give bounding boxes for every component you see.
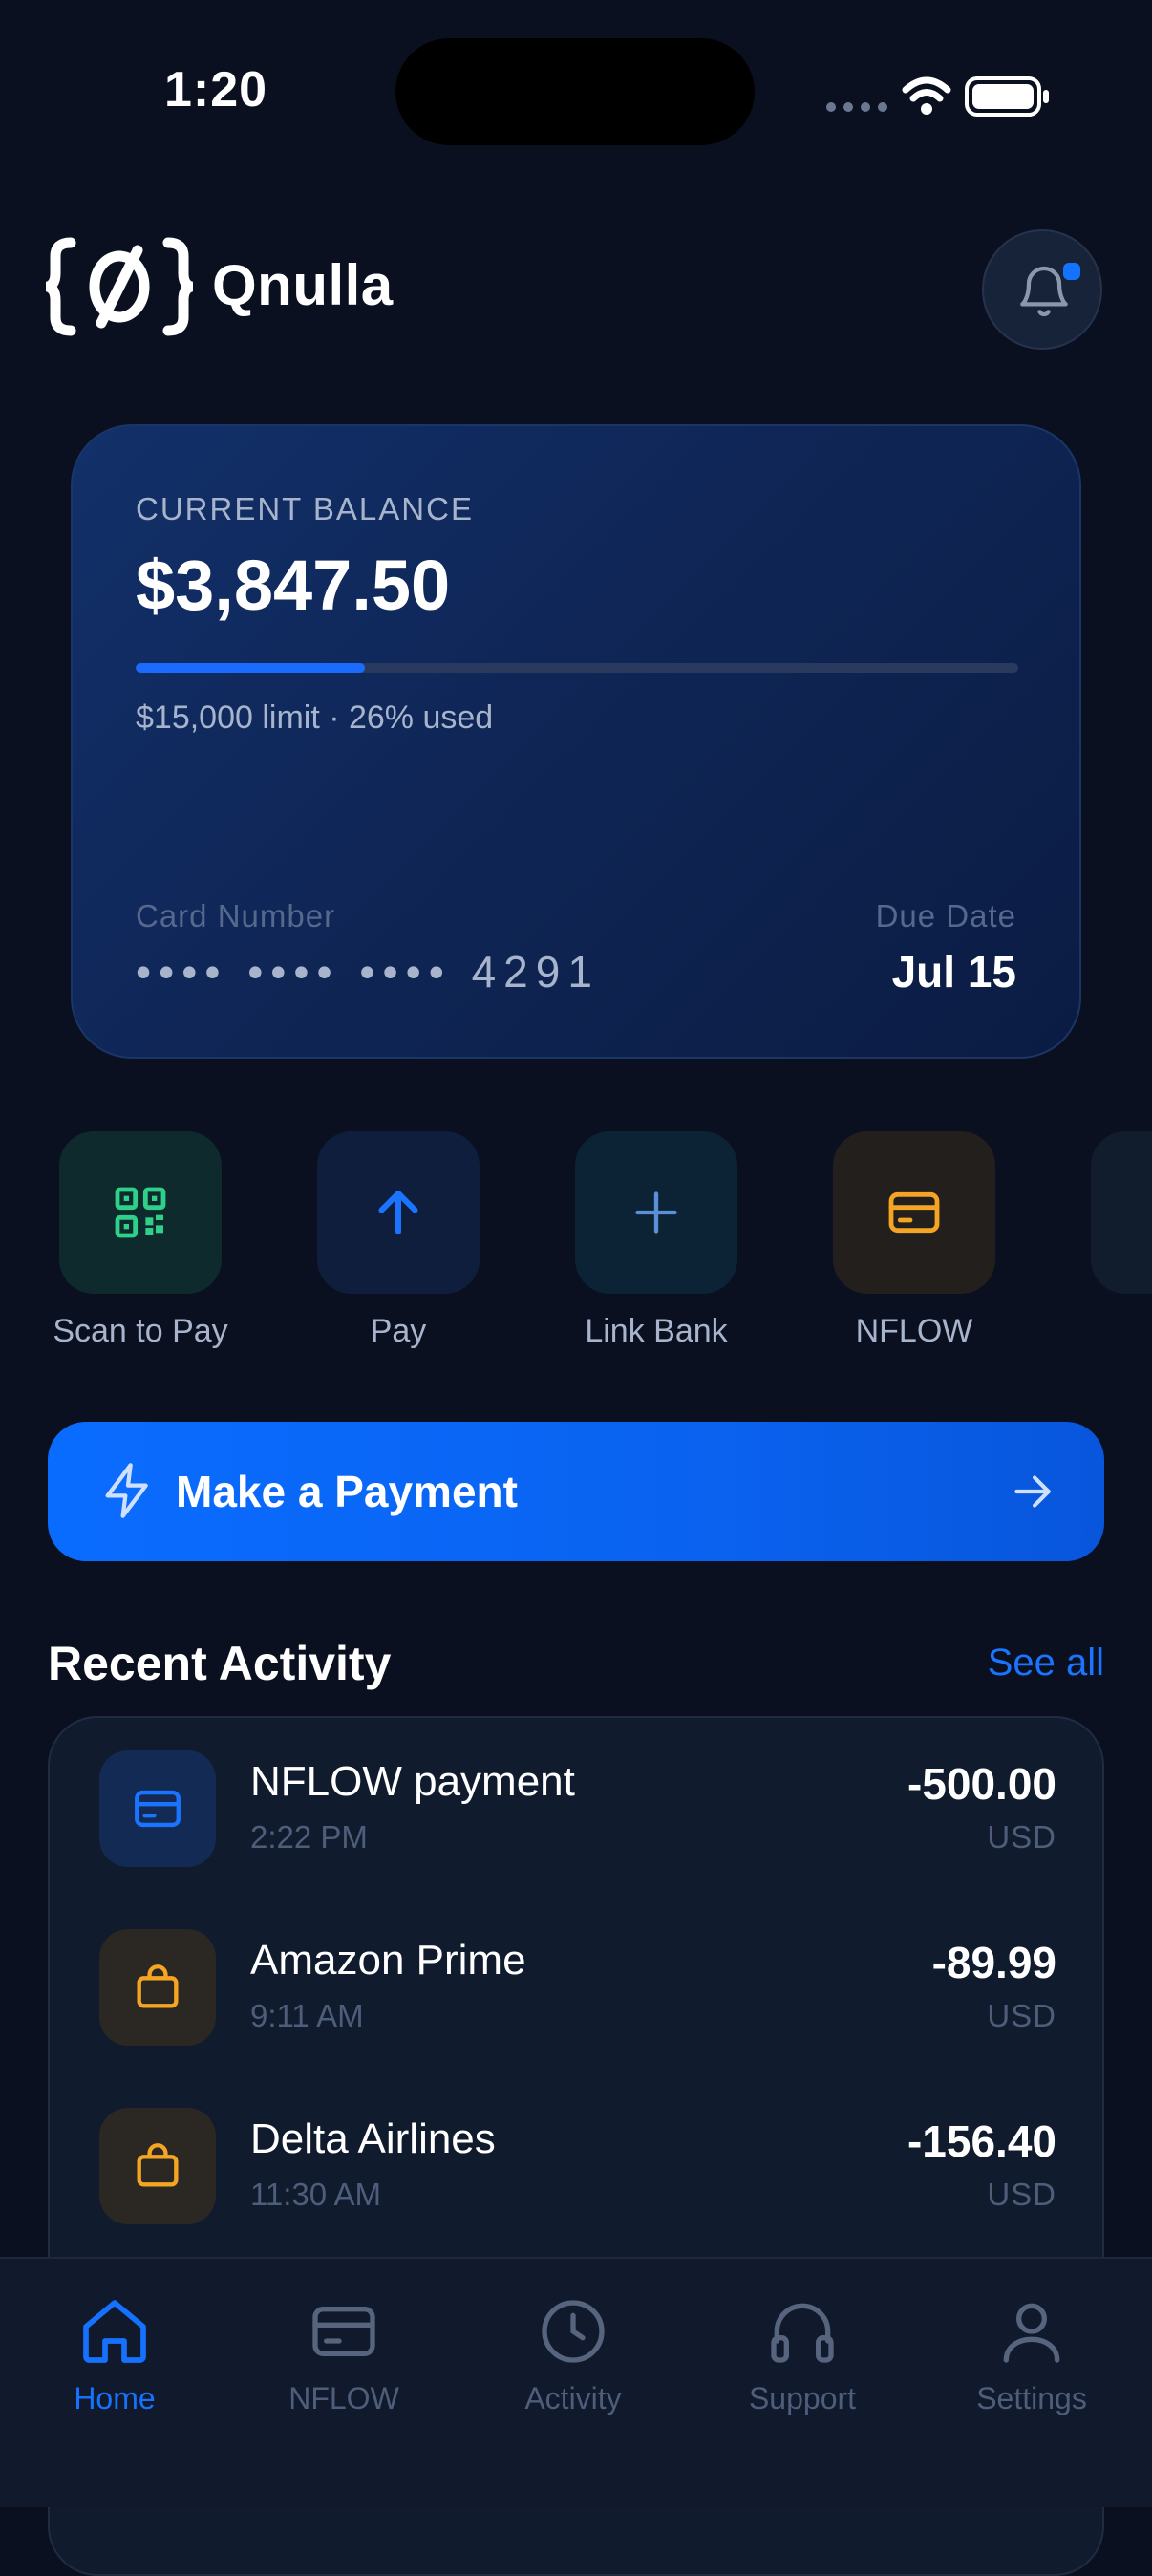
see-all-link[interactable]: See all bbox=[988, 1642, 1104, 1685]
activity-amount: -89.99 bbox=[931, 1938, 1056, 1987]
make-payment-button[interactable]: Make a Payment bbox=[48, 1422, 1104, 1561]
notification-dot bbox=[1060, 260, 1083, 283]
activity-time: 2:22 PM bbox=[250, 1819, 368, 1855]
user-icon bbox=[1003, 2303, 1060, 2363]
clock-icon bbox=[542, 2300, 605, 2363]
activity-name: NFLOW payment bbox=[250, 1758, 575, 1805]
tab-home[interactable]: Home bbox=[0, 2293, 229, 2416]
activity-name: Amazon Prime bbox=[250, 1937, 526, 1984]
tab-support[interactable]: Support bbox=[688, 2293, 917, 2416]
limit-text: $15,000 limit · 26% used bbox=[136, 699, 494, 736]
shopping-bag-icon bbox=[137, 1964, 179, 2008]
quick-action-label: Link Bank bbox=[585, 1313, 728, 1349]
due-date-label: Due Date bbox=[875, 898, 1016, 934]
tab-label: Settings bbox=[976, 2381, 1087, 2415]
activity-amount: -156.40 bbox=[907, 2116, 1056, 2166]
activity-icon-tile bbox=[99, 1750, 216, 1867]
nflow-button[interactable] bbox=[833, 1131, 995, 1294]
quick-action-label: NFLOW bbox=[855, 1313, 973, 1349]
due-date: Jul 15 bbox=[891, 947, 1016, 997]
link-bank-button[interactable] bbox=[575, 1131, 737, 1294]
balance-amount: $3,847.50 bbox=[136, 546, 451, 625]
activity-name: Delta Airlines bbox=[250, 2115, 496, 2162]
tab-settings[interactable]: Settings bbox=[917, 2293, 1146, 2416]
credit-card-icon bbox=[135, 1790, 181, 1828]
activity-currency: USD bbox=[987, 1998, 1056, 2033]
tab-label: Home bbox=[74, 2381, 156, 2415]
arrow-up-icon bbox=[378, 1191, 418, 1234]
activity-time: 9:11 AM bbox=[250, 1998, 364, 2033]
dynamic-island bbox=[395, 38, 755, 145]
list-item[interactable]: Delta Airlines 11:30 AM -156.40 USD bbox=[50, 2075, 1102, 2254]
activity-currency: USD bbox=[987, 2177, 1056, 2212]
tab-label: Support bbox=[748, 2381, 857, 2415]
tab-nflow[interactable]: NFLOW bbox=[229, 2293, 459, 2416]
balance-card[interactable]: CURRENT BALANCE $3,847.50 $15,000 limit … bbox=[71, 424, 1081, 1059]
shopping-bag-icon bbox=[137, 2143, 179, 2187]
tab-label: Activity bbox=[524, 2381, 622, 2415]
cellular-signal-icon bbox=[826, 102, 887, 112]
pay-button[interactable] bbox=[317, 1131, 480, 1294]
headphones-icon bbox=[771, 2303, 834, 2363]
credit-card-icon bbox=[312, 2307, 375, 2356]
card-number: •••• •••• •••• 4291 bbox=[136, 947, 600, 997]
balance-label: CURRENT BALANCE bbox=[136, 491, 474, 526]
credit-usage-bar bbox=[136, 663, 1018, 673]
credit-card-icon bbox=[888, 1191, 940, 1234]
tab-bar: Home NFLOW Activity Support Settings bbox=[0, 2257, 1152, 2507]
recent-activity-title: Recent Activity bbox=[48, 1637, 392, 1690]
brand-name: Qnulla bbox=[212, 253, 394, 317]
quick-action-more[interactable] bbox=[1091, 1131, 1152, 1294]
make-payment-label: Make a Payment bbox=[176, 1467, 518, 1516]
home-icon bbox=[83, 2300, 146, 2363]
status-icons bbox=[823, 69, 1053, 122]
quick-action-label: Scan to Pay bbox=[53, 1313, 228, 1349]
qr-code-icon bbox=[115, 1187, 166, 1238]
list-item[interactable]: NFLOW payment 2:22 PM -500.00 USD bbox=[50, 1718, 1102, 1897]
status-time: 1:20 bbox=[164, 62, 268, 118]
tab-activity[interactable]: Activity bbox=[459, 2293, 688, 2416]
qnulla-logo-icon bbox=[42, 237, 197, 336]
activity-amount: -500.00 bbox=[907, 1759, 1056, 1809]
scan-to-pay-button[interactable] bbox=[59, 1131, 222, 1294]
battery-icon bbox=[965, 76, 1049, 117]
list-item[interactable]: Amazon Prime 9:11 AM -89.99 USD bbox=[50, 1897, 1102, 2075]
lightning-icon bbox=[105, 1463, 148, 1518]
quick-action-label: Pay bbox=[370, 1313, 427, 1349]
arrow-right-icon bbox=[1014, 1475, 1051, 1508]
activity-time: 11:30 AM bbox=[250, 2177, 381, 2212]
activity-currency: USD bbox=[987, 1819, 1056, 1855]
credit-usage-fill bbox=[136, 663, 366, 673]
activity-icon-tile bbox=[99, 2108, 216, 2224]
wifi-icon bbox=[902, 76, 951, 102]
tab-label: NFLOW bbox=[288, 2381, 399, 2415]
plus-icon bbox=[635, 1191, 677, 1234]
card-number-label: Card Number bbox=[136, 898, 336, 934]
notifications-button[interactable] bbox=[982, 229, 1102, 350]
activity-icon-tile bbox=[99, 1929, 216, 2046]
